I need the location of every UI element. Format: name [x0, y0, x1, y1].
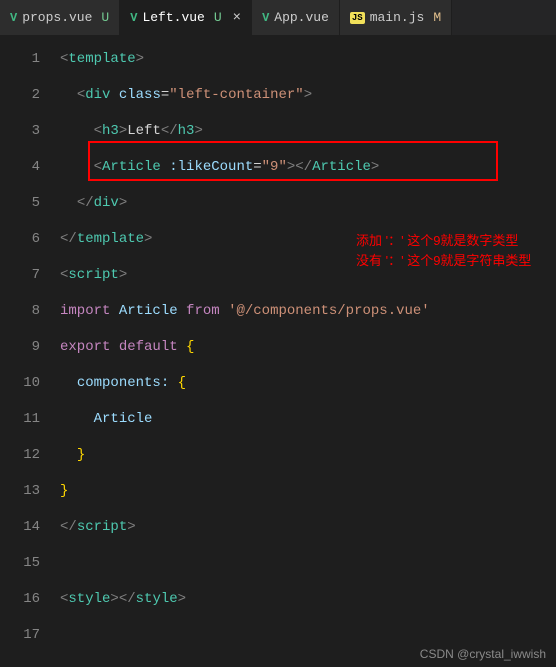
- line-number: 14: [0, 509, 60, 545]
- code-line: </div>: [60, 185, 556, 221]
- code-line: export default {: [60, 329, 556, 365]
- tab-label: Left.vue: [142, 10, 204, 25]
- code-line: }: [60, 437, 556, 473]
- git-status: M: [433, 10, 441, 25]
- code-area[interactable]: <template> <div class="left-container"> …: [60, 41, 556, 653]
- line-number: 10: [0, 365, 60, 401]
- line-gutter: 1 2 3 4 5 6 7 8 9 10 11 12 13 14 15 16 1…: [0, 41, 60, 653]
- git-status: U: [101, 10, 109, 25]
- code-line: <style></style>: [60, 581, 556, 617]
- vue-icon: V: [130, 11, 137, 25]
- editor[interactable]: 1 2 3 4 5 6 7 8 9 10 11 12 13 14 15 16 1…: [0, 35, 556, 653]
- line-number: 12: [0, 437, 60, 473]
- git-status: U: [214, 10, 222, 25]
- tab-label: main.js: [370, 10, 425, 25]
- line-number: 6: [0, 221, 60, 257]
- line-number: 11: [0, 401, 60, 437]
- line-number: 9: [0, 329, 60, 365]
- tab-label: props.vue: [22, 10, 92, 25]
- line-number: 4: [0, 149, 60, 185]
- line-number: 1: [0, 41, 60, 77]
- code-line: import Article from '@/components/props.…: [60, 293, 556, 329]
- line-number: 7: [0, 257, 60, 293]
- watermark: CSDN @crystal_iwwish: [420, 647, 546, 661]
- line-number: 16: [0, 581, 60, 617]
- close-icon[interactable]: ×: [233, 10, 241, 26]
- code-line: Article: [60, 401, 556, 437]
- tab-left[interactable]: V Left.vue U ×: [120, 0, 252, 35]
- line-number: 17: [0, 617, 60, 653]
- code-line: [60, 545, 556, 581]
- line-number: 8: [0, 293, 60, 329]
- code-line: components: {: [60, 365, 556, 401]
- tab-app[interactable]: V App.vue: [252, 0, 340, 35]
- code-line: </template>: [60, 221, 556, 257]
- line-number: 3: [0, 113, 60, 149]
- line-number: 13: [0, 473, 60, 509]
- js-icon: JS: [350, 12, 365, 24]
- code-line: }: [60, 473, 556, 509]
- code-line: <Article :likeCount="9"></Article>: [60, 149, 556, 185]
- tab-props[interactable]: V props.vue U: [0, 0, 120, 35]
- code-line: </script>: [60, 509, 556, 545]
- line-number: 15: [0, 545, 60, 581]
- line-number: 5: [0, 185, 60, 221]
- code-line: <template>: [60, 41, 556, 77]
- tab-label: App.vue: [274, 10, 329, 25]
- code-line: <h3>Left</h3>: [60, 113, 556, 149]
- code-line: <script>: [60, 257, 556, 293]
- line-number: 2: [0, 77, 60, 113]
- tab-main[interactable]: JS main.js M: [340, 0, 452, 35]
- vue-icon: V: [10, 11, 17, 25]
- code-line: <div class="left-container">: [60, 77, 556, 113]
- vue-icon: V: [262, 11, 269, 25]
- tab-bar: V props.vue U V Left.vue U × V App.vue J…: [0, 0, 556, 35]
